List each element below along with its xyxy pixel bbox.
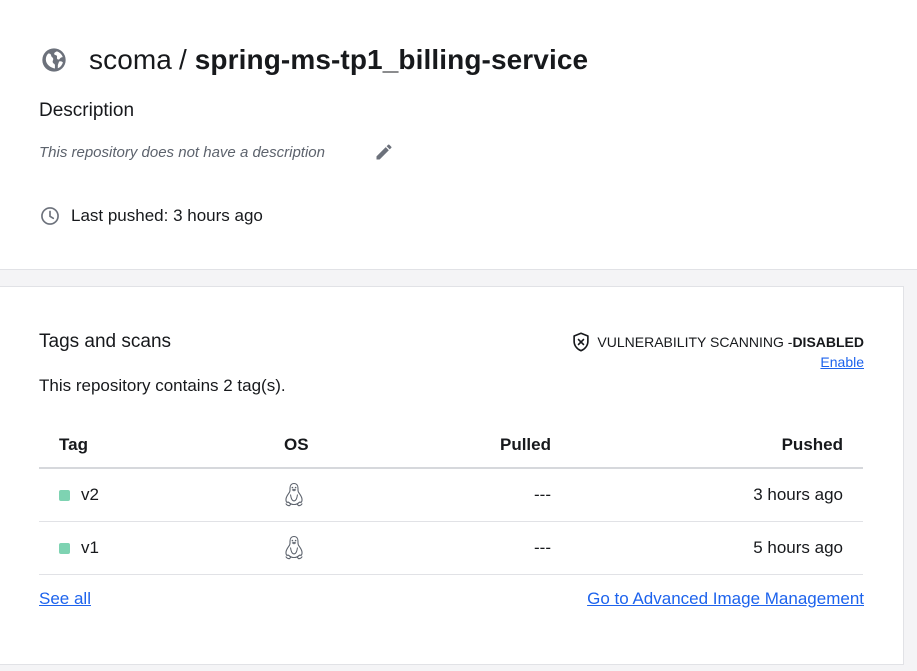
tag-name[interactable]: v2 [81, 485, 99, 505]
repo-separator: / [178, 44, 187, 75]
description-text: This repository does not have a descript… [39, 144, 325, 161]
status-dot [59, 542, 70, 554]
column-os: OS [284, 434, 309, 454]
see-all-link[interactable]: See all [39, 589, 91, 609]
tag-name[interactable]: v1 [81, 538, 99, 558]
pushed-cell: 5 hours ago [753, 538, 843, 557]
tags-scans-card: Tags and scans VULNERABILITY SCANNING - … [0, 286, 904, 665]
repo-namespace[interactable]: scoma [89, 44, 172, 76]
shield-x-icon [570, 331, 592, 353]
tag-cell: v1 [59, 522, 99, 574]
vuln-label: VULNERABILITY SCANNING - [597, 334, 793, 350]
column-pushed: Pushed [781, 434, 843, 454]
repo-title: scoma / spring-ms-tp1_billing-service [40, 42, 588, 78]
pulled-cell: --- [534, 485, 551, 504]
vuln-status: DISABLED [792, 334, 864, 350]
column-tag: Tag [59, 434, 88, 454]
enable-scanning-link[interactable]: Enable [820, 354, 864, 370]
linux-icon [283, 482, 305, 508]
clock-icon [39, 205, 61, 227]
table-row[interactable]: v2 --- 3 hours ago [39, 469, 863, 522]
tag-cell: v2 [59, 469, 99, 521]
column-pulled: Pulled [499, 434, 551, 454]
last-pushed-text: Last pushed: 3 hours ago [71, 206, 263, 225]
last-pushed: Last pushed: 3 hours ago [39, 205, 263, 227]
advanced-image-management-link[interactable]: Go to Advanced Image Management [587, 589, 864, 609]
tags-heading: Tags and scans [39, 331, 172, 352]
table-row[interactable]: v1 --- 5 hours ago [39, 522, 863, 575]
status-dot [59, 489, 70, 501]
table-header: Tag OS Pulled Pushed [39, 422, 863, 469]
pushed-cell: 3 hours ago [753, 485, 843, 504]
pulled-cell: --- [534, 538, 551, 557]
os-cell [284, 469, 305, 521]
globe-icon [40, 46, 68, 74]
vulnerability-scanning-status: VULNERABILITY SCANNING - DISABLED [570, 331, 864, 353]
description-heading: Description [39, 100, 135, 121]
tags-table: Tag OS Pulled Pushed v2 --- 3 hours ago … [39, 422, 863, 575]
linux-icon [283, 535, 305, 561]
repo-header-panel: scoma / spring-ms-tp1_billing-service De… [0, 0, 917, 270]
repo-name: spring-ms-tp1_billing-service [194, 44, 589, 75]
os-cell [284, 522, 305, 574]
pencil-icon[interactable] [374, 142, 394, 162]
tag-count-text: This repository contains 2 tag(s). [39, 376, 286, 395]
